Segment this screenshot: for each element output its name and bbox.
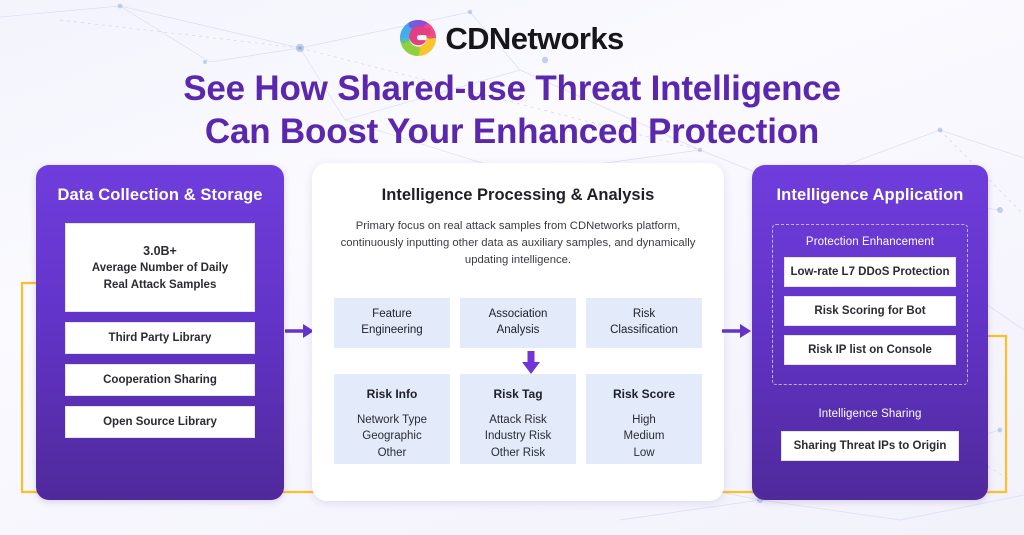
protection-enhancement-group: Protection Enhancement Low-rate L7 DDoS … bbox=[772, 224, 968, 385]
panel-center-title: Intelligence Processing & Analysis bbox=[381, 186, 655, 204]
header: CDNetworks See How Shared-use Threat Int… bbox=[0, 0, 1024, 153]
stat-label-line-2: Real Attack Samples bbox=[103, 278, 217, 291]
arrow-center-to-right-icon bbox=[722, 324, 751, 338]
process-box-association-analysis[interactable]: Association Analysis bbox=[460, 298, 576, 348]
intelligence-sharing-label: Intelligence Sharing bbox=[818, 408, 922, 420]
protection-item-risk-scoring-bot[interactable]: Risk Scoring for Bot bbox=[784, 296, 956, 326]
stat-label-line-1: Average Number of Daily bbox=[91, 261, 229, 274]
brand-name: CDNetworks bbox=[445, 20, 624, 56]
protection-item-low-rate-l7-ddos[interactable]: Low-rate L7 DDoS Protection bbox=[784, 257, 956, 287]
brand-logo-row: CDNetworks bbox=[0, 16, 1024, 60]
infographic-canvas: CDNetworks See How Shared-use Threat Int… bbox=[0, 0, 1024, 535]
sharing-item-threat-ips-to-origin[interactable]: Sharing Threat IPs to Origin bbox=[781, 431, 959, 461]
panel-data-collection-storage: Data Collection & Storage 3.0B+ Average … bbox=[36, 165, 284, 500]
result-box-risk-score[interactable]: Risk Score High Medium Low bbox=[586, 374, 702, 464]
left-item-third-party-library[interactable]: Third Party Library bbox=[65, 322, 255, 354]
arrow-left-to-center-icon bbox=[285, 324, 314, 338]
arrow-down-icon bbox=[522, 351, 540, 374]
panel-right-title: Intelligence Application bbox=[776, 186, 964, 204]
process-row-top: Feature Engineering Association Analysis… bbox=[334, 298, 702, 348]
page-title: See How Shared-use Threat Intelligence C… bbox=[0, 68, 1024, 153]
left-item-cooperation-sharing[interactable]: Cooperation Sharing bbox=[65, 364, 255, 396]
risk-info-heading: Risk Info bbox=[366, 387, 418, 401]
association-analysis-line-2: Analysis bbox=[496, 324, 540, 336]
cdnetworks-swirl-logo-icon bbox=[400, 20, 437, 56]
left-item-open-source-library[interactable]: Open Source Library bbox=[65, 406, 255, 438]
risk-tag-heading: Risk Tag bbox=[493, 387, 543, 401]
feature-engineering-line-1: Feature bbox=[372, 308, 412, 321]
panel-intelligence-processing-analysis: Intelligence Processing & Analysis Prima… bbox=[312, 163, 724, 501]
result-box-risk-info[interactable]: Risk Info Network Type Geographic Other bbox=[334, 374, 450, 464]
risk-classification-line-1: Risk bbox=[632, 308, 656, 321]
risk-score-items: High Medium Low bbox=[623, 414, 665, 459]
panel-center-description: Primary focus on real attack samples fro… bbox=[340, 220, 696, 267]
process-box-feature-engineering[interactable]: Feature Engineering bbox=[334, 298, 450, 348]
risk-classification-line-2: Classification bbox=[610, 324, 678, 336]
stat-value: 3.0B+ bbox=[143, 243, 177, 258]
panel-left-title: Data Collection & Storage bbox=[57, 186, 263, 204]
feature-engineering-line-2: Engineering bbox=[361, 324, 423, 336]
protection-enhancement-label: Protection Enhancement bbox=[805, 236, 935, 248]
result-box-risk-tag[interactable]: Risk Tag Attack Risk Industry Risk Other… bbox=[460, 374, 576, 464]
process-row-bottom: Risk Info Network Type Geographic Other … bbox=[334, 374, 702, 464]
protection-item-risk-ip-console[interactable]: Risk IP list on Console bbox=[784, 335, 956, 365]
stat-card-daily-attack-samples: 3.0B+ Average Number of Daily Real Attac… bbox=[65, 223, 255, 312]
panel-intelligence-application: Intelligence Application Protection Enha… bbox=[752, 165, 988, 500]
risk-score-heading: Risk Score bbox=[612, 387, 676, 401]
page-title-line-2: Can Boost Your Enhanced Protection bbox=[204, 111, 820, 151]
process-box-risk-classification[interactable]: Risk Classification bbox=[586, 298, 702, 348]
page-title-line-1: See How Shared-use Threat Intelligence bbox=[183, 69, 841, 108]
risk-info-items: Network Type Geographic Other bbox=[356, 414, 428, 459]
association-analysis-line-1: Association bbox=[488, 308, 548, 321]
risk-tag-items: Attack Risk Industry Risk Other Risk bbox=[484, 414, 552, 459]
